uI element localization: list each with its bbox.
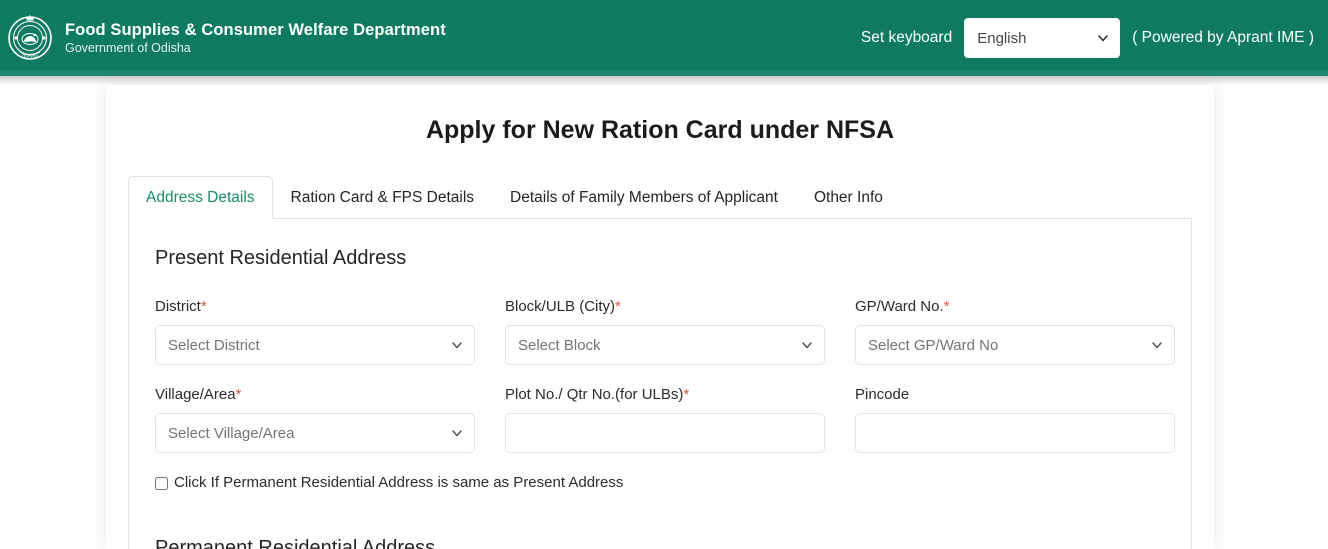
- gp-ward-select[interactable]: Select GP/Ward No: [855, 325, 1175, 365]
- odisha-state-emblem-icon: ODISHA: [8, 14, 52, 60]
- pincode-label-text: Pincode: [855, 386, 910, 403]
- same-as-present-address-label: Click If Permanent Residential Address i…: [174, 474, 624, 491]
- tab-ration-card-fps-details[interactable]: Ration Card & FPS Details: [273, 176, 493, 219]
- block-required-asterisk: *: [615, 298, 621, 315]
- plot-no-label: Plot No./ Qtr No.(for ULBs)*: [505, 385, 825, 405]
- block-select[interactable]: Select Block: [505, 325, 825, 365]
- district-select-wrapper: Select District: [155, 325, 475, 365]
- field-group-district: District* Select District: [155, 297, 475, 365]
- tab-panel-address-details: Present Residential Address District* Se…: [128, 219, 1192, 549]
- header-shadow-band: [0, 76, 1328, 85]
- village-label: Village/Area*: [155, 385, 475, 405]
- district-label-text: District: [155, 298, 201, 315]
- set-keyboard-label: Set keyboard: [860, 29, 953, 46]
- plot-no-input[interactable]: [505, 413, 825, 453]
- powered-by-label: ( Powered by Aprant IME ): [1132, 29, 1314, 46]
- plot-no-label-text: Plot No./ Qtr No.(for ULBs): [505, 386, 684, 403]
- page-title: Apply for New Ration Card under NFSA: [425, 116, 895, 144]
- brand-text: Food Supplies & Consumer Welfare Departm…: [65, 21, 446, 56]
- tab-bar: Address Details Ration Card & FPS Detail…: [128, 176, 1192, 219]
- village-required-asterisk: *: [235, 386, 242, 403]
- district-required-asterisk: *: [200, 298, 207, 315]
- field-group-pincode: Pincode: [855, 385, 1175, 453]
- svg-text:ODISHA: ODISHA: [22, 54, 38, 59]
- field-group-plot-no: Plot No./ Qtr No.(for ULBs)*: [505, 385, 825, 453]
- pincode-label: Pincode: [855, 385, 1175, 405]
- same-as-present-address-checkbox[interactable]: [155, 476, 168, 490]
- village-select[interactable]: Select Village/Area: [155, 413, 475, 453]
- pincode-input[interactable]: [855, 413, 1175, 453]
- field-group-gp-ward: GP/Ward No.* Select GP/Ward No: [855, 297, 1175, 365]
- brand-subtitle: Government of Odisha: [65, 40, 191, 55]
- gp-ward-required-asterisk: *: [943, 298, 950, 315]
- tab-other-info[interactable]: Other Info: [796, 176, 901, 219]
- tab-family-members[interactable]: Details of Family Members of Applicant: [492, 176, 796, 219]
- block-label-text: Block/ULB (City): [505, 298, 616, 315]
- header-right-controls: Set keyboard English ( Powered by Aprant…: [861, 18, 1314, 58]
- village-select-wrapper: Select Village/Area: [155, 413, 475, 453]
- field-group-village: Village/Area* Select Village/Area: [155, 385, 475, 453]
- tab-address-details[interactable]: Address Details: [128, 176, 273, 219]
- content-card: Apply for New Ration Card under NFSA Add…: [106, 85, 1214, 549]
- block-select-wrapper: Select Block: [505, 325, 825, 365]
- gp-ward-label-text: GP/Ward No.: [855, 298, 944, 315]
- brand: ODISHA Food Supplies & Consumer Welfare …: [6, 12, 446, 64]
- district-select[interactable]: Select District: [155, 325, 475, 365]
- brand-title: Food Supplies & Consumer Welfare Departm…: [65, 20, 446, 39]
- site-header: ODISHA Food Supplies & Consumer Welfare …: [0, 0, 1328, 76]
- district-label: District*: [155, 297, 475, 317]
- plot-no-required-asterisk: *: [683, 386, 690, 403]
- page-background: Apply for New Ration Card under NFSA Add…: [0, 85, 1328, 549]
- present-address-heading: Present Residential Address: [155, 247, 407, 269]
- permanent-address-heading: Permanent Residential Address: [155, 537, 436, 549]
- gp-ward-label: GP/Ward No.*: [855, 297, 1175, 317]
- field-group-block: Block/ULB (City)* Select Block: [505, 297, 825, 365]
- keyboard-select[interactable]: English: [964, 18, 1121, 58]
- same-address-row: Click If Permanent Residential Address i…: [155, 473, 1165, 493]
- address-row-2: Village/Area* Select Village/Area Plot N…: [155, 385, 1175, 453]
- village-label-text: Village/Area: [155, 386, 236, 403]
- address-row-1: District* Select District Block/ULB (Cit…: [155, 297, 1175, 365]
- block-label: Block/ULB (City)*: [505, 297, 825, 317]
- gp-ward-select-wrapper: Select GP/Ward No: [855, 325, 1175, 365]
- keyboard-select-wrapper: English: [964, 18, 1121, 58]
